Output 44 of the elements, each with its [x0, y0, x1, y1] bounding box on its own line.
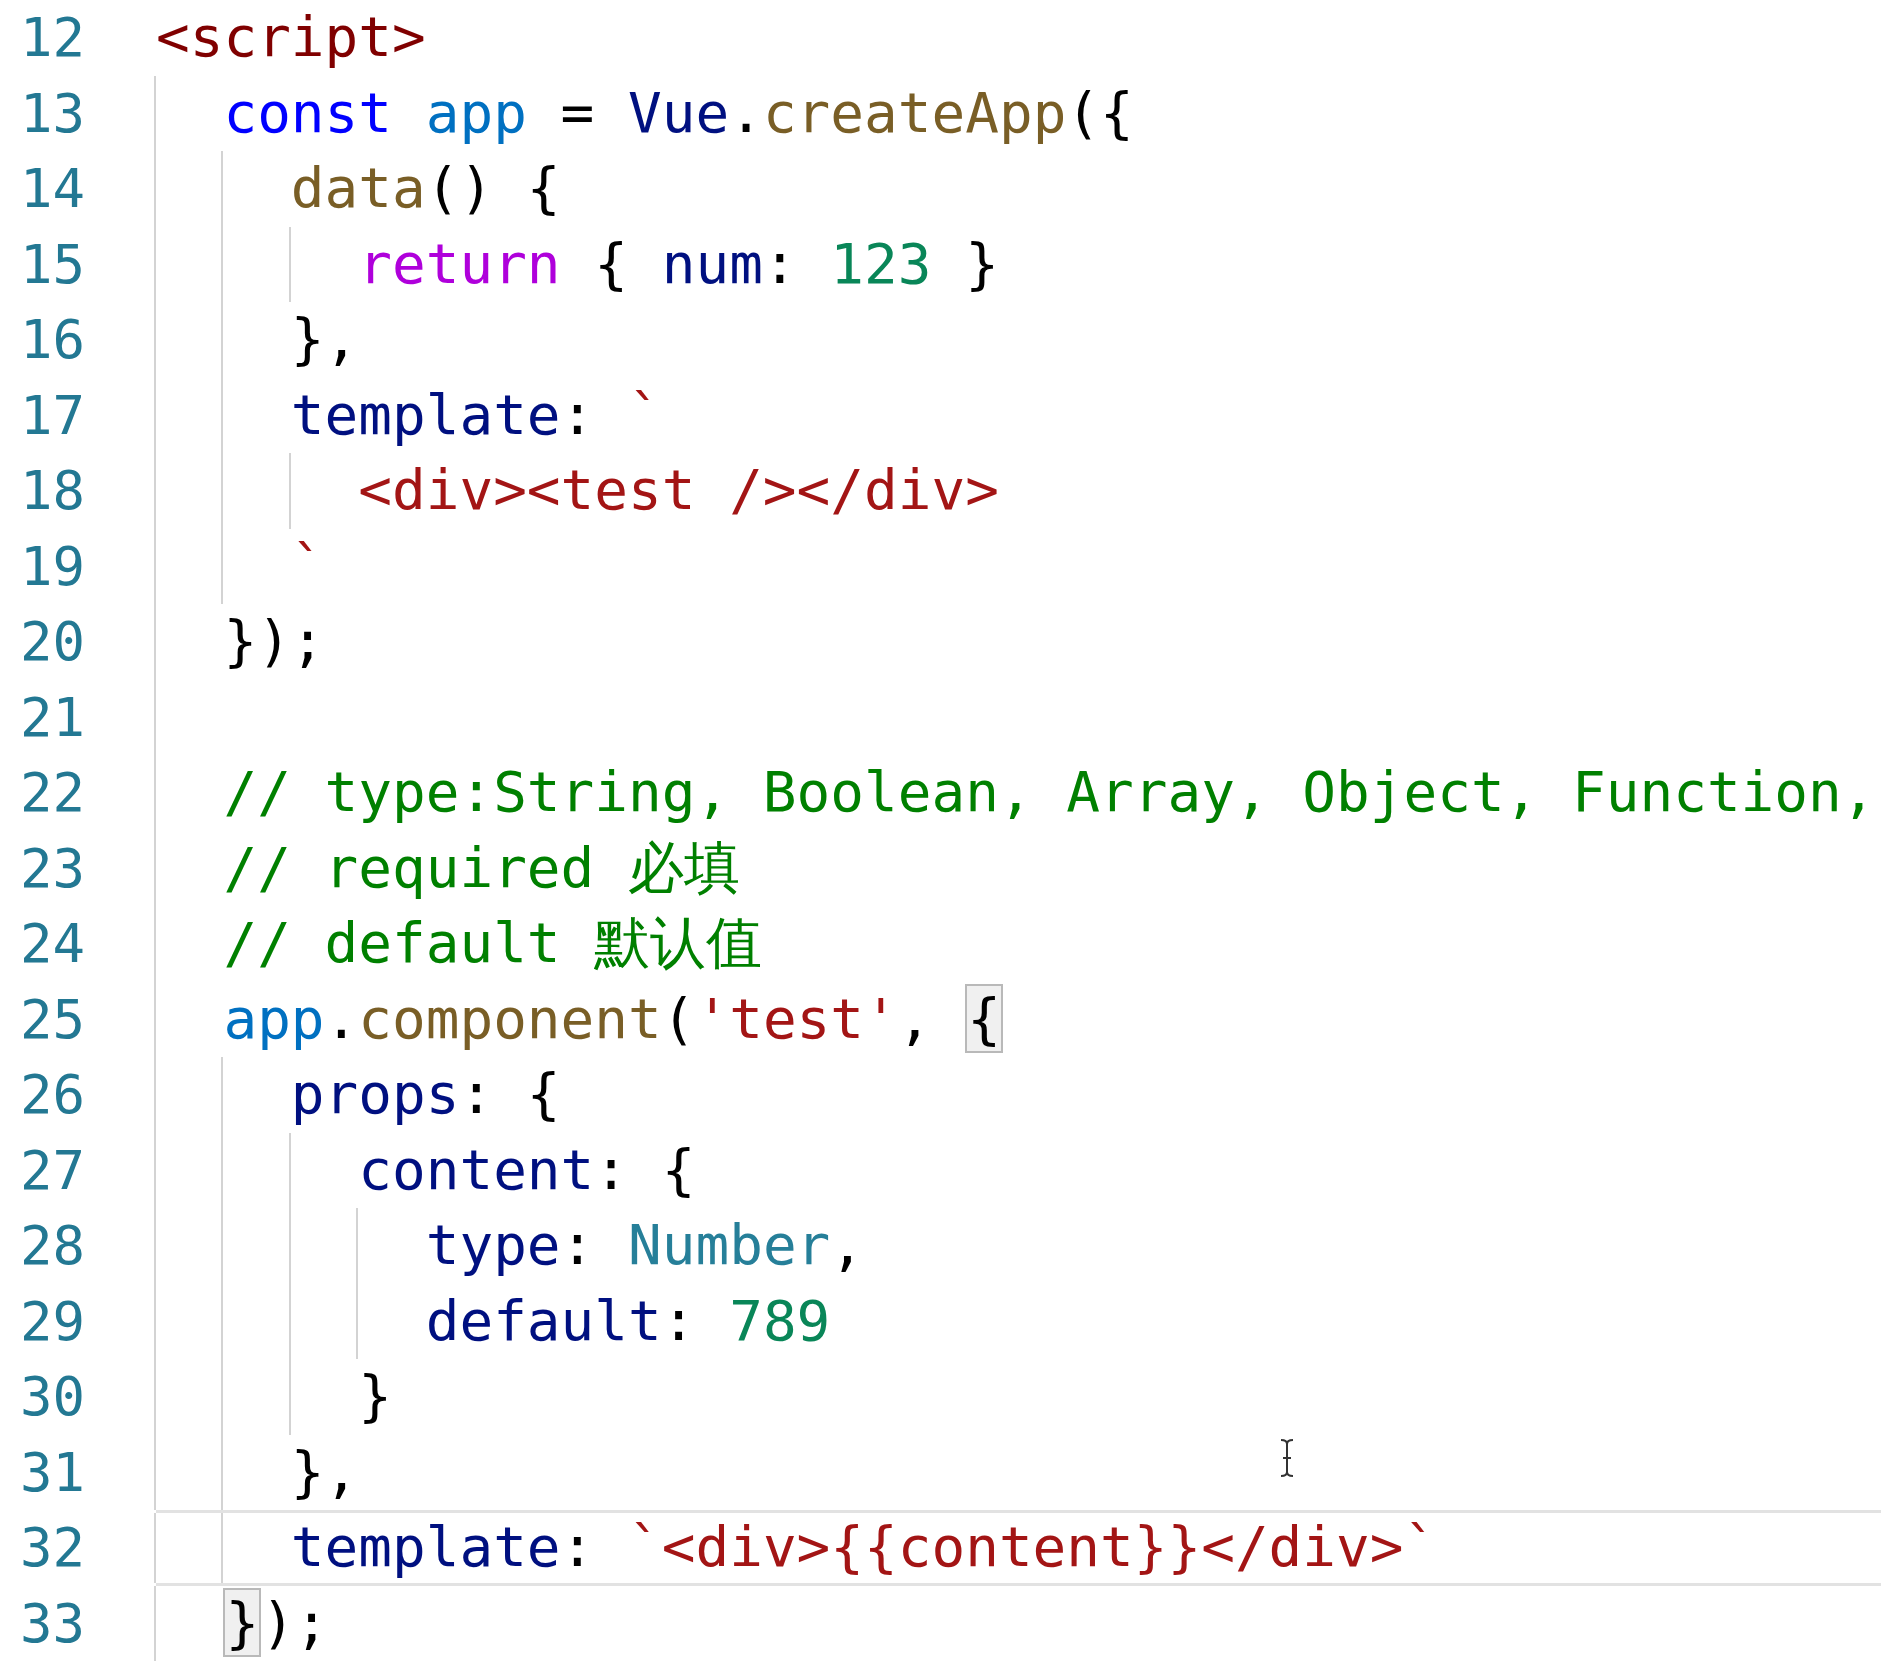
code-line: template: `<div>{{content}}</div>`	[289, 1513, 1438, 1582]
code-line: default: 789	[424, 1286, 831, 1355]
line-number: 28	[19, 1214, 87, 1278]
line-number: 23	[19, 836, 87, 900]
code-line: },	[289, 305, 359, 374]
code-line: },	[289, 1437, 359, 1506]
line-number: 18	[19, 459, 87, 523]
code-line: <div><test /></div>	[357, 456, 999, 525]
line-number: 29	[19, 1289, 87, 1353]
line-number: 26	[19, 1063, 87, 1127]
code-line: <script>	[156, 3, 426, 72]
text-cursor-icon	[1278, 1438, 1296, 1478]
code-line: type: Number,	[424, 1211, 865, 1280]
line-number: 25	[19, 987, 87, 1051]
code-line: // type:String, Boolean, Array, Object, Function,	[222, 758, 1876, 827]
line-number: 33	[19, 1591, 87, 1655]
code-line: app.component('test', {	[222, 982, 1003, 1055]
line-number: 24	[19, 912, 87, 976]
line-number: 17	[19, 383, 87, 447]
line-number: 32	[19, 1516, 87, 1580]
line-number: 31	[19, 1440, 87, 1504]
code-line: return { num: 123 }	[357, 229, 999, 298]
line-number: 15	[19, 232, 87, 296]
line-number: 21	[19, 685, 87, 749]
line-number: 22	[19, 761, 87, 825]
line-number: 27	[19, 1138, 87, 1202]
line-number: 30	[19, 1365, 87, 1429]
code-line: data() {	[289, 154, 561, 223]
code-line: // default 默认值	[222, 909, 763, 978]
line-number: 14	[19, 157, 87, 221]
line-number: 13	[19, 81, 87, 145]
code-line: `	[289, 531, 325, 600]
code-line: });	[222, 1586, 329, 1659]
line-number: 19	[19, 534, 87, 598]
code-line: });	[222, 607, 325, 676]
code-line: }	[357, 1362, 392, 1431]
code-line: content: {	[357, 1135, 696, 1204]
code-line: props: {	[289, 1060, 561, 1129]
line-number: 12	[19, 6, 87, 70]
code-line: const app = Vue.createApp({	[222, 78, 1134, 147]
code-line: template: `	[289, 380, 662, 449]
code-line: // required 必填	[222, 833, 740, 902]
line-number: 20	[19, 610, 87, 674]
line-number: 16	[19, 308, 87, 372]
